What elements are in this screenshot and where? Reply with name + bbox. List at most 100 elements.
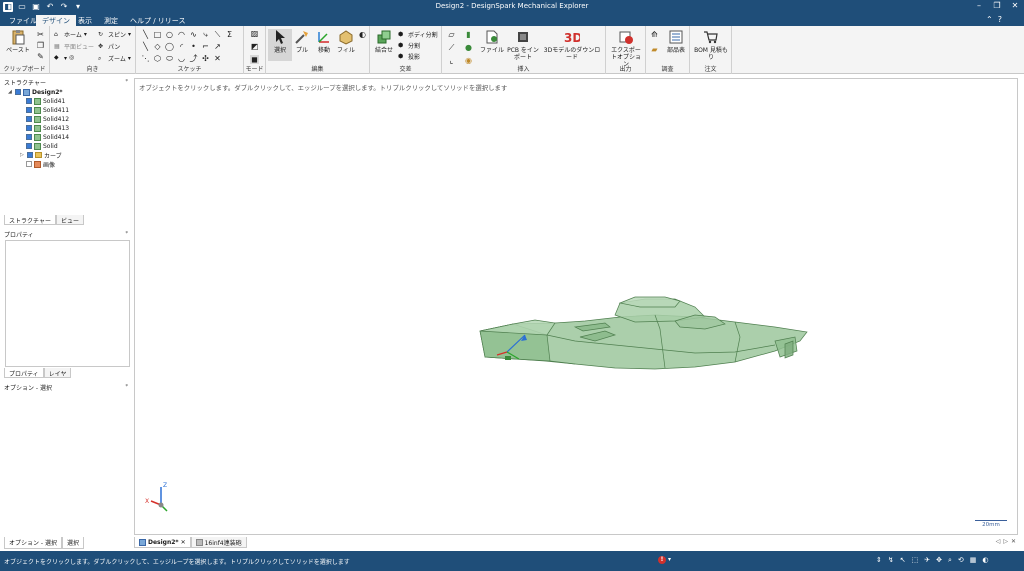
tab-structure[interactable]: ストラクチャー xyxy=(4,215,56,225)
tab-close-icon[interactable]: ✕ xyxy=(1011,538,1016,545)
tab-properties[interactable]: プロパティ xyxy=(4,368,44,378)
error-badge[interactable]: ! xyxy=(658,556,666,564)
split-button[interactable]: ⬢ 分割 xyxy=(398,41,420,51)
doc-tab-turret[interactable]: 16inf4連装砲 xyxy=(190,537,247,548)
project-button[interactable]: ⬢ 投影 xyxy=(398,52,420,62)
close-icon[interactable]: ✕ xyxy=(1010,1,1020,10)
tree-item[interactable]: Solid xyxy=(26,142,58,150)
tab-options-select[interactable]: オプション - 選択 xyxy=(4,537,62,549)
zoom-tool-icon[interactable]: ⌕ xyxy=(948,556,952,565)
point-icon[interactable]: • xyxy=(189,42,198,51)
tree-item[interactable]: Solid414 xyxy=(26,133,69,141)
cylinder-icon[interactable]: ▮ xyxy=(464,30,473,39)
visibility-checkbox[interactable] xyxy=(27,152,33,158)
paste-button[interactable]: ペースト xyxy=(6,29,30,54)
sweep-arc-icon[interactable]: ◡ xyxy=(177,54,186,63)
close-tab-icon[interactable]: ✕ xyxy=(181,539,186,546)
tree-item[interactable]: Solid412 xyxy=(26,115,69,123)
expand-icon[interactable]: ◢ xyxy=(8,89,13,95)
sum-icon[interactable]: Σ xyxy=(225,30,234,39)
combine-button[interactable]: 結合せ xyxy=(372,29,396,54)
expand-icon[interactable]: ▷ xyxy=(20,152,25,158)
tab-next-icon[interactable]: ▷ xyxy=(1003,538,1008,545)
move-button[interactable]: 移動 xyxy=(312,29,336,54)
pointer-icon[interactable]: ↖ xyxy=(900,556,906,565)
tab-select[interactable]: 選択 xyxy=(61,537,84,549)
three-point-rect-icon[interactable]: ◇ xyxy=(153,42,162,51)
rectangle-icon[interactable]: □ xyxy=(153,30,162,39)
line-icon[interactable]: ╲ xyxy=(141,30,150,39)
pan-tool-icon[interactable]: ✥ xyxy=(936,556,942,565)
ship-model[interactable] xyxy=(479,296,808,370)
polygon-icon[interactable]: ⬡ xyxy=(153,54,162,63)
plane-icon[interactable]: ▱ xyxy=(447,30,456,39)
tree-item[interactable]: ▷ カーブ xyxy=(20,151,62,160)
blend-icon[interactable]: ◐ xyxy=(358,30,367,39)
selection-filter-icon[interactable]: ⇕ xyxy=(876,556,882,565)
visibility-checkbox[interactable] xyxy=(26,98,32,104)
pin-icon[interactable]: ᵠ xyxy=(126,383,129,390)
tree-item[interactable]: Solid413 xyxy=(26,124,69,132)
pull-button[interactable]: プル xyxy=(290,29,314,54)
copy-icon[interactable]: ❐ xyxy=(36,41,45,50)
error-dropdown-icon[interactable]: ▾ xyxy=(668,556,671,563)
home-button[interactable]: ⌂ ホーム ▾ xyxy=(54,30,87,40)
rotate-tool-icon[interactable]: ⟲ xyxy=(958,556,964,565)
download-3d-button[interactable]: 3D 3Dモデルのダウンロード xyxy=(542,29,602,61)
pin-icon[interactable]: ᵠ xyxy=(126,230,129,237)
format-painter-icon[interactable]: ✎ xyxy=(36,52,45,61)
visibility-checkbox[interactable] xyxy=(26,134,32,140)
circle-icon[interactable]: ○ xyxy=(165,30,174,39)
tab-help[interactable]: ヘルプ / リリース xyxy=(124,15,191,26)
pin-icon[interactable]: ᵠ xyxy=(126,78,129,85)
sphere-icon[interactable]: ● xyxy=(464,43,473,52)
split-line-icon[interactable]: ✕ xyxy=(213,54,222,63)
ribbon-collapse-icon[interactable]: ⌃ xyxy=(986,15,993,24)
tree-item[interactable]: Solid411 xyxy=(26,106,69,114)
measure-icon[interactable]: ⟰ xyxy=(650,30,659,39)
doc-tab-design2[interactable]: Design2* ✕ xyxy=(134,537,191,548)
display-style-icon[interactable]: ▦ xyxy=(970,556,977,565)
select-button[interactable]: 選択 xyxy=(268,29,292,61)
visibility-checkbox[interactable] xyxy=(26,125,32,131)
parts-list-button[interactable]: 部品表 xyxy=(664,29,688,54)
tree-item[interactable]: 画像 xyxy=(26,160,55,169)
snap-icon[interactable]: ↯ xyxy=(888,556,894,565)
3d-mode-icon[interactable]: ◼ xyxy=(250,55,259,64)
export-options-button[interactable]: エクスポートオプション xyxy=(610,29,642,68)
section-mode-icon[interactable]: ◩ xyxy=(250,42,259,51)
corner-icon[interactable]: ⌐ xyxy=(201,42,210,51)
tangent-arc-icon[interactable]: ◜ xyxy=(177,42,186,51)
bend-icon[interactable]: ⤴ xyxy=(189,54,198,63)
visibility-checkbox[interactable] xyxy=(15,89,21,95)
minimize-icon[interactable]: – xyxy=(974,1,984,10)
plane-view-button[interactable]: ▦ 平面ビュー xyxy=(54,42,94,52)
construction-line-icon[interactable]: ⋱ xyxy=(141,54,150,63)
tangent-line-icon[interactable]: ╲ xyxy=(141,42,150,51)
view-triad[interactable]: Z X xyxy=(145,482,168,512)
box-select-icon[interactable]: ⬚ xyxy=(912,556,919,565)
three-point-circle-icon[interactable]: ◯ xyxy=(165,42,174,51)
3d-viewport[interactable]: オブジェクトをクリックします。ダブルクリックして、エッジループを選択します。トリ… xyxy=(134,78,1018,535)
visibility-checkbox[interactable] xyxy=(26,143,32,149)
model-canvas[interactable]: Z X xyxy=(135,79,1019,536)
sketch-mode-icon[interactable]: ▨ xyxy=(250,29,259,38)
render-icon[interactable]: ◐ xyxy=(982,556,988,565)
offset-icon[interactable]: ⤷ xyxy=(201,30,210,39)
pan-button[interactable]: ✥ パン xyxy=(98,42,120,52)
tab-layers[interactable]: レイヤ xyxy=(43,368,72,378)
visibility-checkbox[interactable] xyxy=(26,107,32,113)
mass-icon[interactable]: ▰ xyxy=(650,45,659,54)
restore-icon[interactable]: ❐ xyxy=(992,1,1002,10)
ellipse-icon[interactable]: ⬭ xyxy=(165,54,174,63)
extend-icon[interactable]: ↗ xyxy=(213,42,222,51)
tab-display[interactable]: 表示 xyxy=(72,15,98,26)
axis-icon[interactable]: ⟋ xyxy=(447,43,456,52)
tree-root[interactable]: ◢ Design2* xyxy=(8,88,63,96)
tab-design[interactable]: デザイン xyxy=(36,15,76,26)
tree-item[interactable]: Solid41 xyxy=(26,97,65,105)
body-split-button[interactable]: ⬢ ボディ分割 xyxy=(398,30,438,40)
spin-button[interactable]: ↻ スピン ▾ xyxy=(98,30,131,40)
visibility-checkbox[interactable] xyxy=(26,161,32,167)
insert-file-button[interactable]: ファイル xyxy=(480,29,504,54)
